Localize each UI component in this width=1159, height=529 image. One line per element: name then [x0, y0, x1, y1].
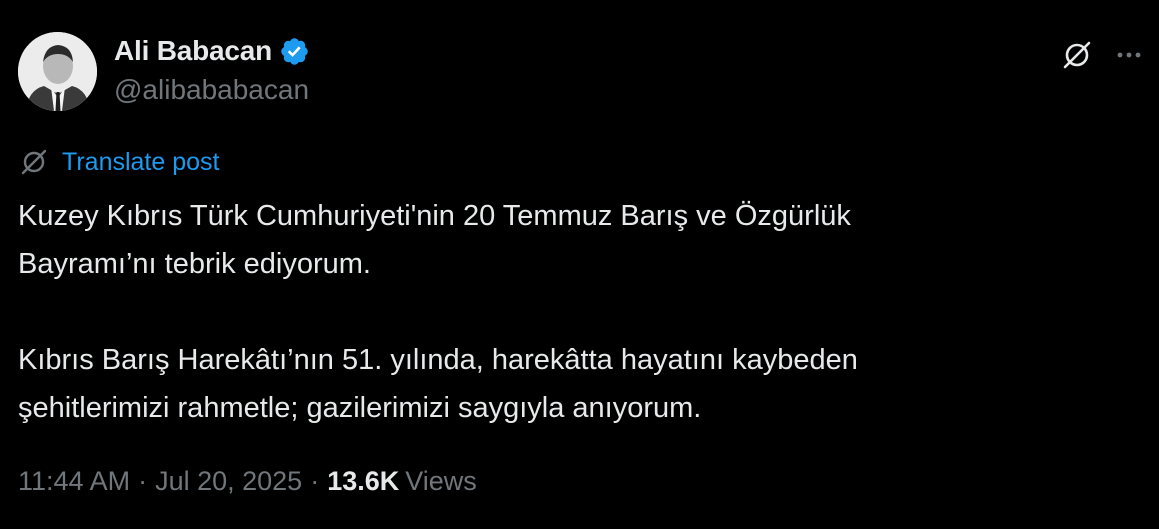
post-text-line: Kıbrıs Barış Harekâtı’nın 51. yılında, h… — [18, 344, 858, 376]
translate-post-link[interactable]: Translate post — [62, 148, 219, 177]
more-button[interactable] — [1110, 36, 1148, 74]
translate-icon — [21, 149, 47, 175]
meta-separator: · — [138, 465, 148, 496]
grok-icon — [1063, 41, 1091, 69]
translate-row[interactable]: Translate post — [18, 146, 219, 178]
author-name-row: Ali Babacan — [114, 34, 310, 68]
author-handle[interactable]: @alibababacan — [114, 74, 309, 106]
views-count[interactable]: 13.6K — [327, 466, 399, 497]
post-meta: 11:44 AM · Jul 20, 2025 · 13.6K Views — [18, 462, 477, 500]
post-date[interactable]: Jul 20, 2025 — [155, 466, 302, 497]
avatar-photo — [18, 32, 97, 111]
more-icon — [1117, 52, 1141, 58]
post-text: Kuzey Kıbrıs Türk Cumhuriyeti'nin 20 Tem… — [18, 192, 1138, 432]
avatar[interactable] — [18, 32, 97, 111]
post-time[interactable]: 11:44 AM — [18, 466, 130, 497]
post-text-line: Bayramı’nı tebrik ediyorum. — [18, 248, 371, 280]
meta-separator: · — [310, 465, 320, 496]
post-text-line: şehitlerimizi rahmetle; gazilerimizi say… — [18, 392, 702, 424]
author-name[interactable]: Ali Babacan — [114, 35, 272, 67]
post-text-line: Kuzey Kıbrıs Türk Cumhuriyeti'nin 20 Tem… — [18, 200, 851, 232]
verified-badge-icon[interactable] — [279, 36, 310, 67]
views-label[interactable]: Views — [405, 466, 477, 497]
post: Ali Babacan @alibababacan Translate post — [0, 0, 1159, 529]
grok-button[interactable] — [1058, 36, 1096, 74]
